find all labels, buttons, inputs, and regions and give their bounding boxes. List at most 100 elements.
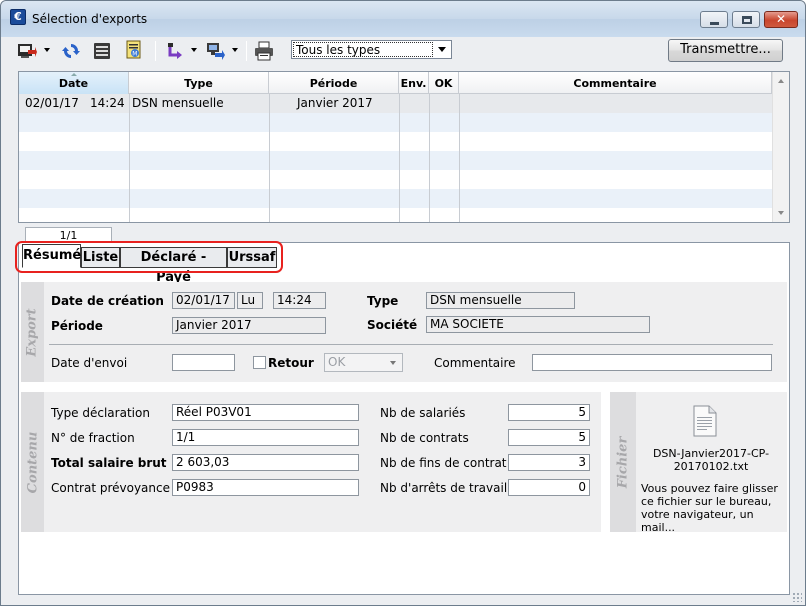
- import-button[interactable]: [166, 39, 200, 63]
- creation-date-field: 02/01/17: [172, 292, 235, 309]
- column-header-label: Date: [58, 77, 89, 90]
- column-header-date[interactable]: Date: [19, 72, 129, 94]
- column-divider: [129, 94, 130, 222]
- close-button[interactable]: ✕: [764, 11, 798, 28]
- chevron-down-icon: [191, 48, 197, 52]
- file-name-line: DSN-Janvier2017-CP-: [652, 447, 770, 460]
- column-header-sent[interactable]: Env.: [399, 72, 429, 94]
- text-file-icon[interactable]: [692, 405, 718, 437]
- export-section-title: Export: [25, 307, 40, 357]
- cell-period: Janvier 2017: [297, 96, 373, 110]
- table-row-empty: [19, 132, 772, 151]
- tabs-highlight: [15, 241, 283, 273]
- table-row-empty: [19, 113, 772, 132]
- toolbar-separator: [155, 41, 156, 61]
- send-date-input[interactable]: [172, 354, 235, 371]
- contract-field[interactable]: P0983: [172, 479, 359, 496]
- network-icon: [207, 43, 225, 60]
- work-stops-label: Nb d'arrêts de travail: [380, 481, 508, 495]
- type-filter-value: Tous les types: [293, 42, 433, 57]
- transmit-button[interactable]: Transmettre...: [668, 39, 783, 62]
- cell-type: DSN mensuelle: [132, 96, 224, 110]
- export-divider: [49, 344, 773, 345]
- list-icon[interactable]: [92, 41, 112, 61]
- close-icon: ✕: [775, 12, 787, 26]
- exports-table: Date Type Période Env. OK Commentaire 02…: [18, 71, 790, 223]
- type-field: DSN mensuelle: [426, 292, 575, 309]
- contracts-field[interactable]: 5: [508, 429, 590, 446]
- return-checkbox[interactable]: [253, 356, 266, 369]
- column-header-comment[interactable]: Commentaire: [459, 72, 772, 94]
- maximize-button[interactable]: [732, 11, 760, 28]
- report-icon[interactable]: M: [124, 40, 144, 60]
- cell-date: 02/01/17: [25, 96, 79, 110]
- comment-label: Commentaire: [434, 356, 516, 370]
- return-status-value: OK: [328, 355, 346, 369]
- creation-date-label: Date de création: [51, 294, 164, 308]
- declaration-type-label: Type déclaration: [51, 406, 150, 420]
- period-label: Période: [51, 319, 103, 333]
- chevron-down-icon: [232, 48, 238, 52]
- file-drag-hint: Vous pouvez faire glisser ce fichier sur…: [641, 482, 778, 534]
- print-icon[interactable]: [254, 41, 274, 61]
- return-label: Retour: [268, 356, 314, 370]
- title-bar[interactable]: € Sélection d'exports ✕: [1, 1, 805, 37]
- svg-text:M: M: [132, 51, 137, 58]
- declaration-type-field[interactable]: Réel P03V01: [172, 404, 359, 421]
- content-section-label: Contenu: [21, 392, 44, 532]
- gross-salary-field[interactable]: 2 603,03: [172, 454, 359, 471]
- creation-time-field: 14:24: [273, 292, 326, 309]
- return-status-select[interactable]: OK: [324, 353, 403, 372]
- refresh-icon[interactable]: [61, 41, 81, 61]
- table-body: 02/01/17 14:24 DSN mensuelle Janvier 201…: [19, 94, 772, 222]
- type-filter-select[interactable]: Tous les types: [291, 40, 452, 59]
- employees-label: Nb de salariés: [380, 406, 466, 420]
- contract-label: Contrat prévoyance: [51, 481, 170, 495]
- sort-indicator-icon: [71, 73, 77, 76]
- table-row-empty: [19, 208, 772, 222]
- column-divider: [399, 94, 400, 222]
- minimize-button[interactable]: [700, 11, 728, 28]
- fraction-field[interactable]: 1/1: [172, 429, 359, 446]
- file-section-title: Fichier: [615, 436, 631, 488]
- column-divider: [269, 94, 270, 222]
- table-row[interactable]: 02/01/17 14:24 DSN mensuelle Janvier 201…: [19, 94, 772, 113]
- network-button[interactable]: [205, 39, 241, 63]
- maximize-icon: [742, 16, 752, 24]
- export-selection-window: € Sélection d'exports ✕ M Tous les types…: [0, 0, 806, 606]
- minimize-icon: [710, 22, 719, 25]
- chevron-down-icon: [438, 47, 446, 52]
- gross-salary-label: Total salaire brut: [51, 456, 167, 470]
- period-field: Janvier 2017: [172, 317, 326, 334]
- company-label: Société: [367, 318, 418, 332]
- scroll-down-icon[interactable]: [778, 211, 784, 215]
- chevron-down-icon: [390, 361, 396, 365]
- send-date-label: Date d'envoi: [51, 356, 128, 370]
- scroll-up-icon[interactable]: [778, 79, 784, 83]
- table-row-empty: [19, 170, 772, 189]
- column-divider: [429, 94, 430, 222]
- column-header-ok[interactable]: OK: [429, 72, 459, 94]
- column-header-type[interactable]: Type: [129, 72, 269, 94]
- cell-time: 14:24: [90, 96, 125, 110]
- contract-ends-field[interactable]: 3: [508, 454, 590, 471]
- column-divider: [459, 94, 460, 222]
- export-button[interactable]: [17, 39, 53, 63]
- comment-input[interactable]: [532, 354, 772, 371]
- table-row-empty: [19, 151, 772, 170]
- column-header-period[interactable]: Période: [269, 72, 399, 94]
- work-stops-field[interactable]: 0: [508, 479, 590, 496]
- table-scrollbar[interactable]: [772, 72, 789, 222]
- employees-field[interactable]: 5: [508, 404, 590, 421]
- toolbar-separator: [246, 41, 247, 61]
- table-row-empty: [19, 189, 772, 208]
- resize-grip-icon[interactable]: [792, 592, 802, 602]
- table-header: Date Type Période Env. OK Commentaire: [19, 72, 772, 94]
- file-name[interactable]: DSN-Janvier2017-CP- 20170102.txt: [631, 447, 791, 473]
- app-icon: €: [10, 9, 26, 25]
- chevron-down-icon: [44, 48, 50, 52]
- record-counter: 1/1: [25, 227, 112, 242]
- type-label: Type: [367, 294, 399, 308]
- content-section-title: Contenu: [25, 431, 40, 493]
- toolbar: M Tous les types Transmettre...: [9, 37, 799, 65]
